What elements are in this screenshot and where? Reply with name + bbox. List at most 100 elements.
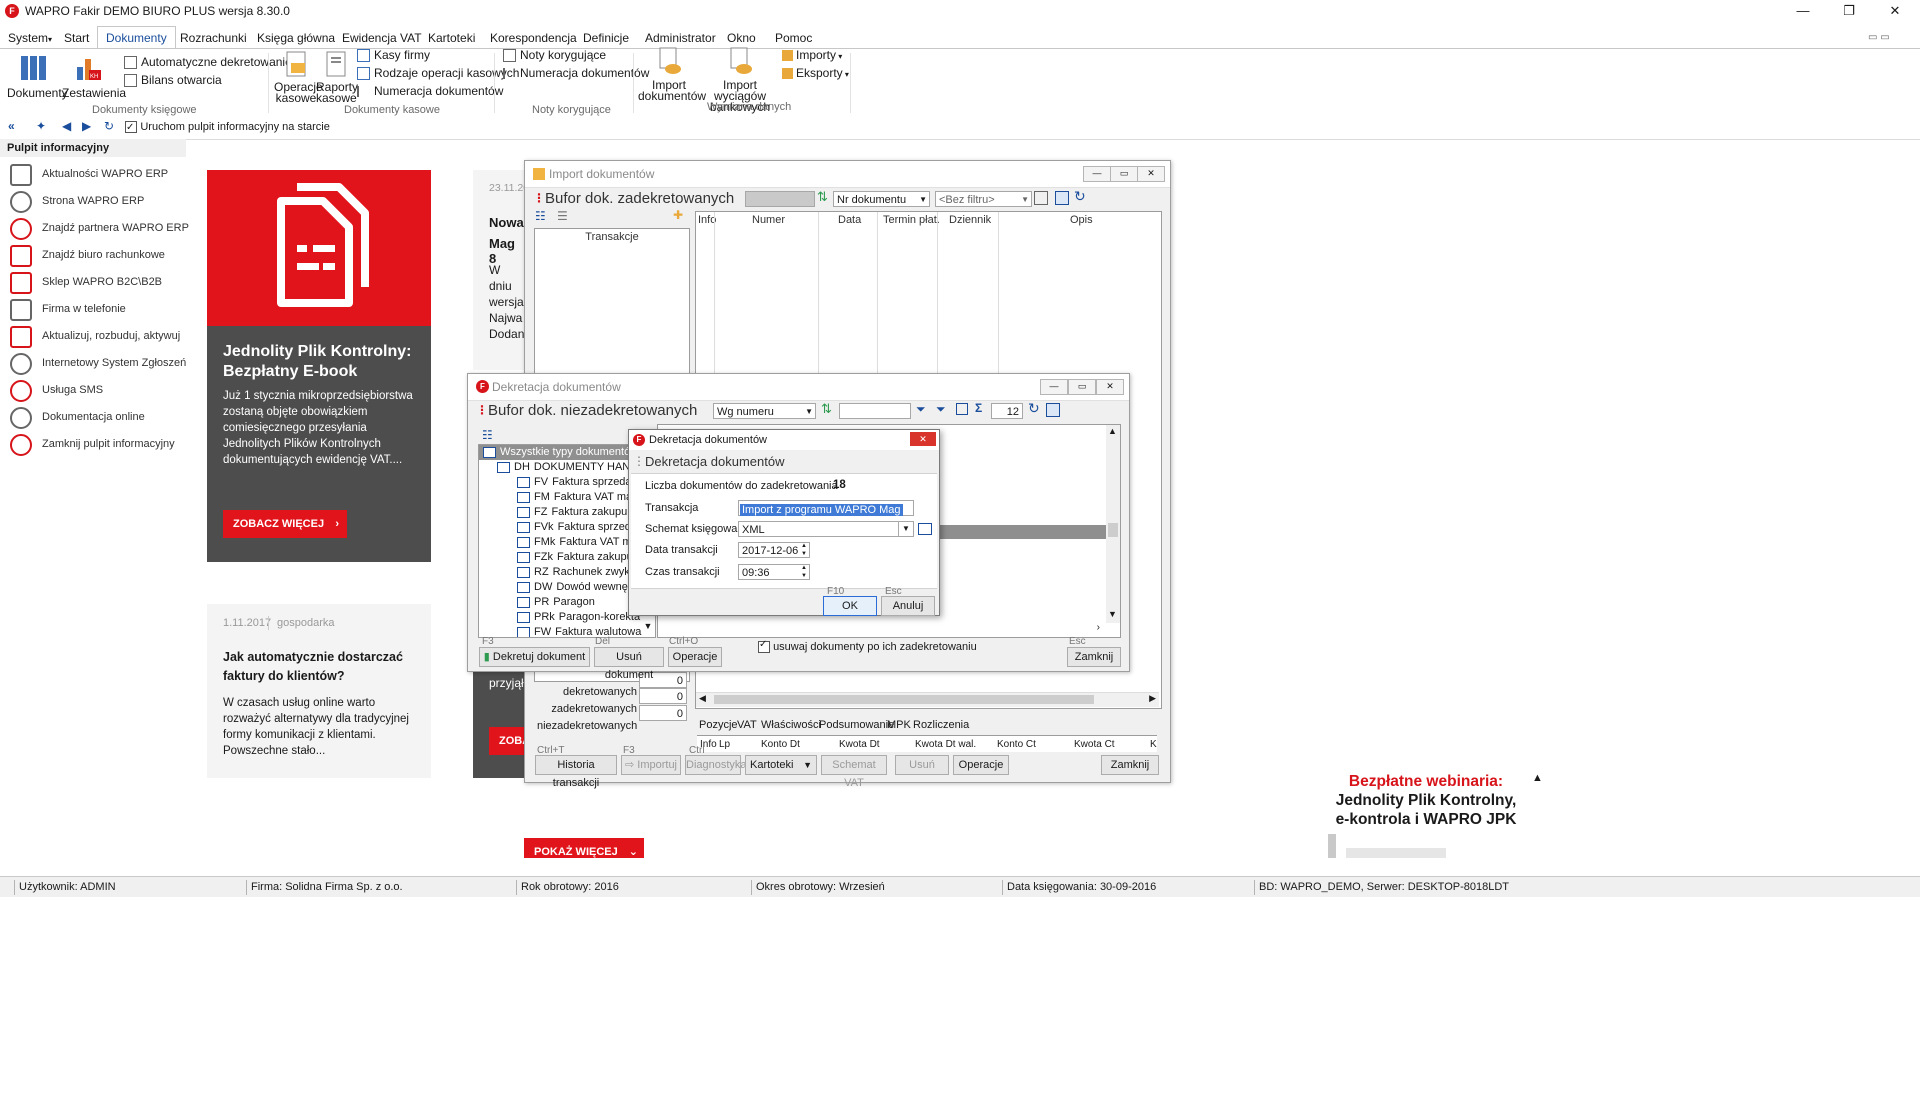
positions-grid[interactable]: Info Lp Konto Dt Kwota Dt Kwota Dt wal. … [697, 735, 1157, 752]
numeracja-not-button[interactable]: Numeracja dokumentów [503, 64, 649, 82]
menu-dokumenty[interactable]: Dokumenty [97, 26, 176, 50]
minimize-icon[interactable]: — [1040, 379, 1068, 395]
numeracja-dokumentow-button[interactable]: Numeracja dokumentów [357, 82, 503, 100]
ribbon-minimize-icon[interactable]: ▭ ▭ [1868, 32, 1890, 43]
filter-clear-icon[interactable]: ⏷ [936, 402, 946, 417]
cancel-button[interactable]: Anuluj [881, 596, 935, 616]
delete-document-button[interactable]: Usuń dokument [594, 647, 664, 681]
menu-system[interactable]: System▾ [0, 27, 60, 49]
close-icon[interactable]: ✕ [1096, 379, 1124, 395]
operacje-kasowe-button[interactable]: Operacje kasowe [274, 49, 323, 104]
sum-icon[interactable]: Σ [975, 401, 982, 415]
decree-document-button[interactable]: ▮ Dekretuj dokument [479, 647, 590, 667]
check-icon[interactable] [956, 403, 968, 415]
expand-tree-icon[interactable]: ☷ [535, 209, 546, 223]
import-dokumentow-button[interactable]: Import dokumentów [638, 45, 706, 102]
decree-window-titlebar[interactable]: F Dekretacja dokumentów — ▭ ✕ [468, 374, 1129, 401]
zestawienia-button[interactable]: KH Zestawienia [62, 53, 126, 100]
close-button[interactable]: Zamknij [1067, 647, 1121, 667]
import-button[interactable]: ⇨ Importuj [621, 755, 681, 775]
vertical-scrollbar[interactable]: ▲ ▼ [1106, 425, 1120, 623]
count-input[interactable]: 12 [991, 403, 1023, 419]
sort-select[interactable]: Nr dokumentu ▼ [833, 191, 930, 207]
tab-rozliczenia[interactable]: Rozliczenia [913, 719, 969, 731]
refresh-icon[interactable]: ↻ [1074, 188, 1086, 205]
news-card[interactable]: 1.11.2017 gospodarka Jak automatycznie d… [207, 604, 431, 778]
scroll-right-icon[interactable]: › [1097, 622, 1100, 633]
close-button[interactable]: Zamknij [1101, 755, 1159, 775]
spinner-icon[interactable]: ▲ ▼ [799, 542, 809, 558]
filter-select[interactable]: <Bez filtru> ▼ [935, 191, 1032, 207]
news-card-dark[interactable]: przyjął ZOBA [473, 670, 530, 778]
import-window-titlebar[interactable]: Import dokumentów — ▭ ✕ [525, 161, 1170, 188]
menu-rozrachunki[interactable]: Rozrachunki [172, 27, 255, 49]
remove-after-decree-checkbox[interactable]: usuwaj dokumenty po ich zadekretowaniu [758, 639, 977, 654]
collapse-tree-icon[interactable]: ☰ [557, 209, 568, 223]
history-button[interactable]: Historia transakcji [535, 755, 617, 789]
noty-korygujace-button[interactable]: Noty korygujące [503, 46, 606, 64]
tree-node[interactable]: FW Faktura walutowa [479, 625, 655, 637]
export-icon[interactable] [1055, 191, 1069, 205]
promo-card[interactable]: Jednolity Plik Kontrolny: Bezpłatny E-bo… [207, 170, 431, 562]
operations-button[interactable]: Operacje [668, 647, 722, 667]
delete-button[interactable]: Usuń [895, 755, 949, 775]
show-more-button[interactable]: POKAŻ WIĘCEJ ⌄ [524, 838, 644, 858]
sort-direction-icon[interactable]: ⇅ [821, 401, 832, 417]
spinner-icon[interactable]: ▲ ▼ [799, 564, 809, 580]
close-icon[interactable]: ✕ [1137, 166, 1165, 182]
minimize-icon[interactable]: — [1083, 166, 1111, 182]
refresh-icon[interactable]: ↻ [1028, 400, 1040, 417]
webinar-ad[interactable]: Bezpłatne webinaria: Jednolity Plik Kont… [1306, 772, 1546, 829]
maximize-icon[interactable]: ▭ [1068, 379, 1096, 395]
sort-select[interactable]: Wg numeru ▼ [713, 403, 816, 419]
tab-pozycje[interactable]: Pozycje [699, 719, 738, 731]
auto-dekretowanie-button[interactable]: Automatyczne dekretowanie [124, 53, 292, 71]
rodzaje-operacji-button[interactable]: Rodzaje operacji kasowych [357, 64, 519, 82]
menu-ksiega-glowna[interactable]: Księga główna [249, 27, 343, 49]
date-input[interactable]: 2017-12-06 ▲ ▼ [738, 542, 810, 558]
dialog-titlebar[interactable]: F Dekretacja dokumentów ✕ [629, 430, 939, 450]
tab-vat[interactable]: VAT [737, 719, 757, 731]
search-input[interactable] [839, 403, 911, 419]
scroll-up-icon[interactable]: ▲ [1108, 426, 1117, 436]
kasy-firmy-button[interactable]: Kasy firmy [357, 46, 430, 64]
close-icon[interactable]: ✕ [1872, 0, 1918, 22]
folder-icon[interactable] [1034, 191, 1048, 205]
scroll-thumb[interactable] [714, 695, 1094, 704]
close-icon[interactable]: ✕ [910, 432, 936, 446]
eksporty-dropdown[interactable]: Eksporty ▾ [782, 64, 849, 82]
maximize-icon[interactable]: ▭ [1110, 166, 1138, 182]
importy-dropdown[interactable]: Importy ▾ [782, 46, 842, 64]
pin-icon[interactable]: ✦ [36, 117, 46, 135]
menu-start[interactable]: Start [56, 27, 97, 49]
kartoteki-dropdown[interactable]: Kartoteki ▼ [745, 755, 817, 775]
scroll-up-icon[interactable]: ▲ [1532, 772, 1543, 784]
forward-icon[interactable]: ▶ [82, 117, 91, 135]
search-input[interactable] [745, 191, 815, 207]
scroll-down-icon[interactable]: ▼ [1108, 609, 1117, 619]
export-icon[interactable] [1046, 403, 1060, 417]
scroll-right-icon[interactable]: ▶ [1149, 693, 1156, 704]
raporty-kasowe-button[interactable]: Raporty kasowe [316, 49, 358, 104]
expand-tree-icon[interactable]: ☷ [482, 428, 493, 442]
collapse-icon[interactable]: « [8, 117, 15, 135]
scroll-left-icon[interactable]: ◀ [699, 693, 706, 704]
add-icon[interactable]: ✚ [673, 208, 683, 222]
scroll-thumb[interactable] [1108, 523, 1118, 537]
time-input[interactable]: 09:36 ▲ ▼ [738, 564, 810, 580]
filter-icon[interactable]: ⏷ [916, 402, 926, 417]
vat-scheme-button[interactable]: Schemat VAT [821, 755, 887, 789]
transaction-input[interactable]: Import z programu WAPRO Mag [738, 500, 914, 516]
scheme-select[interactable]: XML ▼ [738, 521, 914, 537]
bilans-otwarcia-button[interactable]: Bilans otwarcia [124, 71, 222, 89]
promo-more-button[interactable]: ZOBACZ WIĘCEJ › [223, 510, 347, 538]
minimize-icon[interactable]: — [1780, 0, 1826, 22]
tab-podsumowanie[interactable]: Podsumowanie [819, 719, 894, 731]
dokumenty-button[interactable]: Dokumenty [7, 53, 68, 100]
scroll-down-icon[interactable]: ▼ [641, 621, 655, 635]
diagnostics-button[interactable]: Diagnostyka [685, 755, 747, 775]
tab-wlasciwosci[interactable]: Właściwości [761, 719, 821, 731]
restore-icon[interactable]: ❐ [1826, 0, 1872, 22]
back-icon[interactable]: ◀ [62, 117, 71, 135]
startup-checkbox[interactable]: Uruchom pulpit informacyjny na starcie [125, 117, 330, 137]
